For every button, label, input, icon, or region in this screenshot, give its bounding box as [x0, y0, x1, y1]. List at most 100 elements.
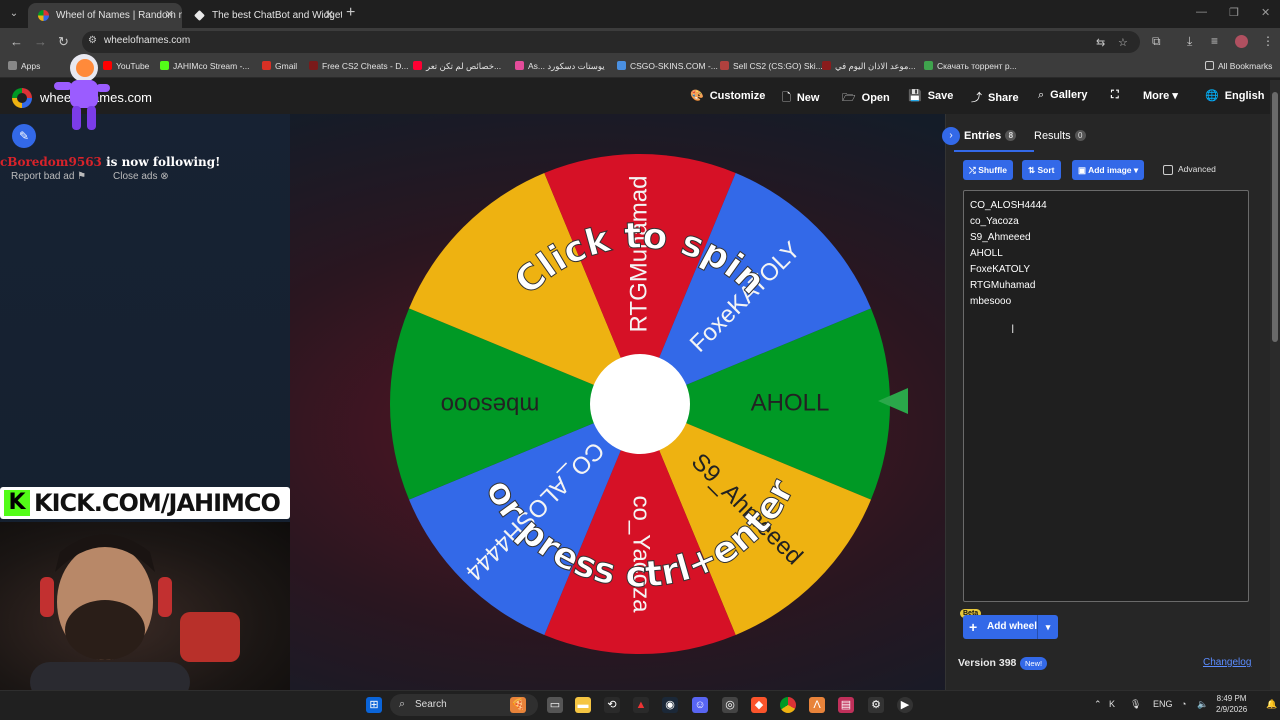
caret-down-icon: ▾ [1172, 90, 1178, 102]
tab-results[interactable]: Results 0 [1034, 130, 1086, 142]
entry-line[interactable]: S9_Ahmeeed [970, 232, 1031, 243]
entry-line[interactable]: RTGMuhamad [970, 280, 1035, 291]
sort-button[interactable]: ⇅ Sort [1022, 160, 1061, 180]
changelog-link[interactable]: Changelog [1203, 657, 1251, 668]
share-button[interactable]: ⤴ Share [971, 89, 1019, 105]
new-button[interactable]: 🗋 New [782, 89, 819, 108]
adobe-icon[interactable]: ▲ [633, 697, 649, 713]
browser-tab-active[interactable]: Wheel of Names | Random nam ✕ [28, 3, 182, 28]
url-text[interactable]: wheelofnames.com [104, 35, 190, 46]
bookmark-apps[interactable]: Apps [8, 61, 40, 71]
add-wheel-dropdown-icon[interactable]: ▾ [1037, 615, 1058, 639]
profile-avatar[interactable] [1235, 35, 1248, 48]
webcam-feed [0, 522, 290, 690]
wifi-icon[interactable]: ◔ [1181, 699, 1186, 709]
windows-start-icon[interactable]: ⊞ [366, 697, 382, 713]
tab-entries[interactable]: Entries 8 [953, 130, 1035, 152]
entry-line[interactable]: CO_ALOSH4444 [970, 200, 1047, 211]
wheel-center-hub[interactable] [590, 354, 690, 454]
taskbar-clock[interactable]: 8:49 PM 2/9/2026 [1216, 693, 1247, 715]
volume-icon[interactable]: 🔈 [1197, 699, 1208, 710]
tray-app-icon[interactable]: K [1109, 699, 1115, 709]
notifications-icon[interactable]: 🔔 [1266, 699, 1277, 710]
close-window-icon[interactable]: ✕ [1261, 6, 1270, 19]
steam-icon[interactable]: ◉ [662, 697, 678, 713]
save-button[interactable]: 💾 Save [908, 89, 953, 102]
entry-line[interactable]: FoxeKATOLY [970, 264, 1030, 275]
discord-icon[interactable]: ☺ [692, 697, 708, 713]
open-button[interactable]: 🗁 Open [842, 89, 890, 108]
language-button[interactable]: 🌐 English [1205, 89, 1264, 102]
search-icon: ⌕ [1038, 89, 1045, 101]
site-logo-icon[interactable] [12, 88, 32, 108]
maximize-icon[interactable]: ❐ [1229, 6, 1239, 19]
microphone-icon[interactable]: 🎙 [1130, 699, 1141, 710]
follow-alert: cBoredom9563 is now following! [0, 155, 220, 169]
clock-date: 2/9/2026 [1216, 705, 1248, 714]
extensions-icon[interactable]: ⧉ [1152, 34, 1161, 49]
new-tab-icon[interactable]: + [346, 4, 355, 22]
entry-line[interactable]: AHOLL [970, 248, 1003, 259]
entries-textarea[interactable] [963, 190, 1249, 602]
fullscreen-button[interactable]: ⛶ [1111, 89, 1119, 102]
language-indicator[interactable]: ENG [1153, 699, 1173, 709]
bookmark-arabic-2[interactable]: As... يوستات دسكورد [515, 61, 605, 72]
back-icon[interactable]: ← [10, 34, 23, 49]
edit-pencil-button[interactable]: ✎ [12, 124, 36, 148]
browser-tab[interactable]: The best ChatBot and Widgets ✕ [184, 3, 342, 28]
all-bookmarks[interactable]: All Bookmarks [1205, 61, 1272, 71]
sort-icon: ⇅ [1028, 165, 1036, 175]
site-info-icon[interactable]: ⚙ [88, 35, 97, 46]
close-tab-icon[interactable]: ✕ [325, 3, 334, 28]
report-ad-link[interactable]: Report bad ad ⚑ [11, 171, 86, 182]
advanced-checkbox[interactable] [1163, 165, 1173, 175]
add-image-button[interactable]: ▣ Add image ▾ [1072, 160, 1145, 180]
close-ads-link[interactable]: Close ads ⊗ [113, 171, 169, 182]
more-menu-button[interactable]: More ▾ [1143, 89, 1178, 102]
flag-icon: ⚑ [77, 171, 87, 182]
settings-icon[interactable]: ⚙ [868, 697, 884, 713]
scrollbar-thumb[interactable] [1272, 92, 1278, 342]
bookmark-arabic-1[interactable]: خصائص لم تكن تعر... [413, 61, 501, 72]
plus-icon: + [969, 619, 978, 635]
tab-title: The best ChatBot and Widgets [212, 10, 342, 21]
chrome-icon[interactable] [780, 697, 796, 713]
forward-icon[interactable]: → [34, 34, 47, 49]
task-view-icon[interactable]: ▭ [547, 697, 563, 713]
spin-wheel[interactable]: AHOLLS9_Ahmeeedco_YacozaCO_ALOSH4444mbes… [380, 144, 900, 664]
shuffle-button[interactable]: ⤮ Shuffle [963, 160, 1013, 180]
entry-line[interactable]: co_Yacoza [970, 216, 1019, 227]
app-icon[interactable]: ⟲ [604, 697, 620, 713]
add-wheel-button[interactable]: + Add wheel ▾ [963, 615, 1058, 639]
save-icon: 💾 [908, 90, 922, 102]
close-tab-icon[interactable]: ✕ [165, 3, 174, 28]
bookmark-sell-cs2[interactable]: Sell CS2 (CS:GO) Ski... [720, 61, 823, 71]
bookmark-arabic-3[interactable]: موعد الاذان اليوم في... [822, 61, 916, 72]
file-explorer-icon[interactable]: ▬ [575, 697, 591, 713]
taskbar-search-text: Search [415, 699, 447, 710]
translate-icon[interactable]: ⇆ [1096, 36, 1105, 49]
bookmark-jahimco[interactable]: JAHIMco Stream -... [160, 61, 250, 71]
collapse-panel-icon[interactable]: › [942, 127, 960, 145]
app-icon[interactable]: ▤ [838, 697, 854, 713]
chrome-menu-icon[interactable]: ⋮ [1262, 34, 1274, 48]
app-icon[interactable]: Λ [809, 697, 825, 713]
entry-line[interactable]: mbesooo [970, 296, 1011, 307]
search-highlight-icon[interactable]: 🍕 [510, 697, 526, 713]
downloads-icon[interactable]: ⤓ [1187, 34, 1192, 49]
minimize-icon[interactable]: — [1196, 6, 1207, 18]
bookmark-torrent[interactable]: Скачать торрент р... [924, 61, 1017, 71]
tab-search-icon[interactable]: ⌄ [6, 6, 22, 22]
bookmark-cs2-cheats[interactable]: Free CS2 Cheats - D... [309, 61, 408, 71]
tray-chevron-icon[interactable]: ⌃ [1094, 699, 1102, 710]
customize-button[interactable]: 🎨 Customize [690, 89, 765, 102]
gallery-button[interactable]: ⌕ Gallery [1038, 89, 1087, 102]
bookmark-csgo-skins[interactable]: CSGO-SKINS.COM -... [617, 61, 718, 71]
app-icon[interactable]: ◎ [722, 697, 738, 713]
media-icon[interactable]: ≡ [1211, 34, 1218, 48]
address-bar[interactable]: ⚙ wheelofnames.com ⇆ ☆ [82, 31, 1140, 53]
brave-icon[interactable]: ◆ [751, 697, 767, 713]
bookmark-gmail[interactable]: Gmail [262, 61, 297, 71]
media-player-icon[interactable]: ▶ [897, 697, 913, 713]
bookmark-star-icon[interactable]: ☆ [1118, 36, 1128, 49]
